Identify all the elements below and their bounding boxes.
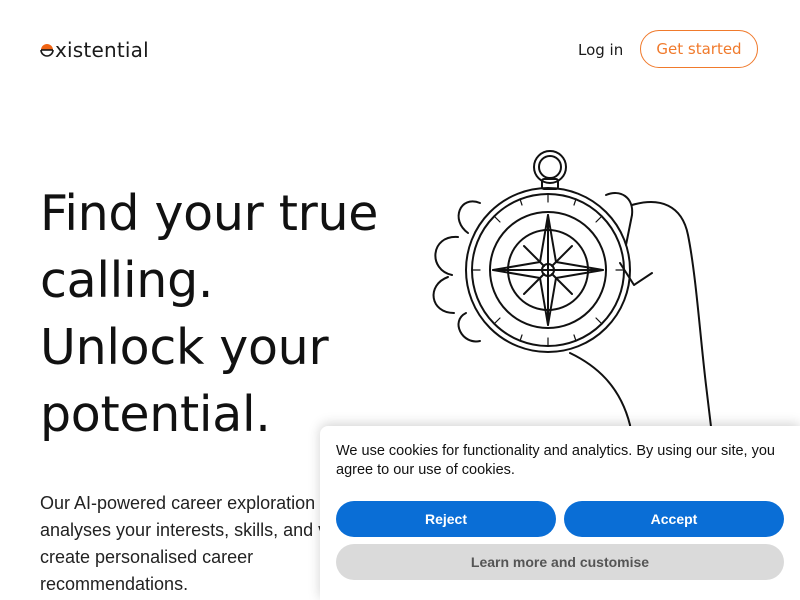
hero-description: Our AI-powered career exploration t anal… — [40, 490, 360, 598]
cookie-banner: We use cookies for functionality and ana… — [320, 426, 800, 600]
logo[interactable]: xistential — [40, 36, 149, 64]
hero-title-line: calling. — [40, 252, 214, 309]
hero-description-line: recommendations. — [40, 574, 189, 594]
hero-description-line: analyses your interests, skills, and v — [40, 520, 328, 540]
logo-half-circle-icon — [40, 44, 54, 57]
logo-text: xistential — [55, 38, 149, 62]
hero-description-line: Our AI-powered career exploration t — [40, 493, 326, 513]
hand-holding-compass-icon — [432, 150, 713, 445]
learn-more-customise-button[interactable]: Learn more and customise — [336, 544, 784, 580]
login-link[interactable]: Log in — [578, 38, 623, 62]
get-started-button[interactable]: Get started — [640, 30, 758, 68]
landing-page: xistential Log in Get started Find your … — [0, 0, 800, 600]
hero-title-line: Find your true — [40, 185, 379, 242]
hero-title-line: Unlock your — [40, 319, 329, 376]
reject-cookies-button[interactable]: Reject — [336, 501, 556, 537]
hero-description-line: create personalised career — [40, 547, 254, 567]
cookie-message: We use cookies for functionality and ana… — [336, 443, 775, 478]
accept-cookies-button[interactable]: Accept — [564, 501, 784, 537]
hero-title: Find your true calling. Unlock your pote… — [40, 180, 400, 448]
site-header: xistential Log in Get started — [0, 0, 800, 100]
